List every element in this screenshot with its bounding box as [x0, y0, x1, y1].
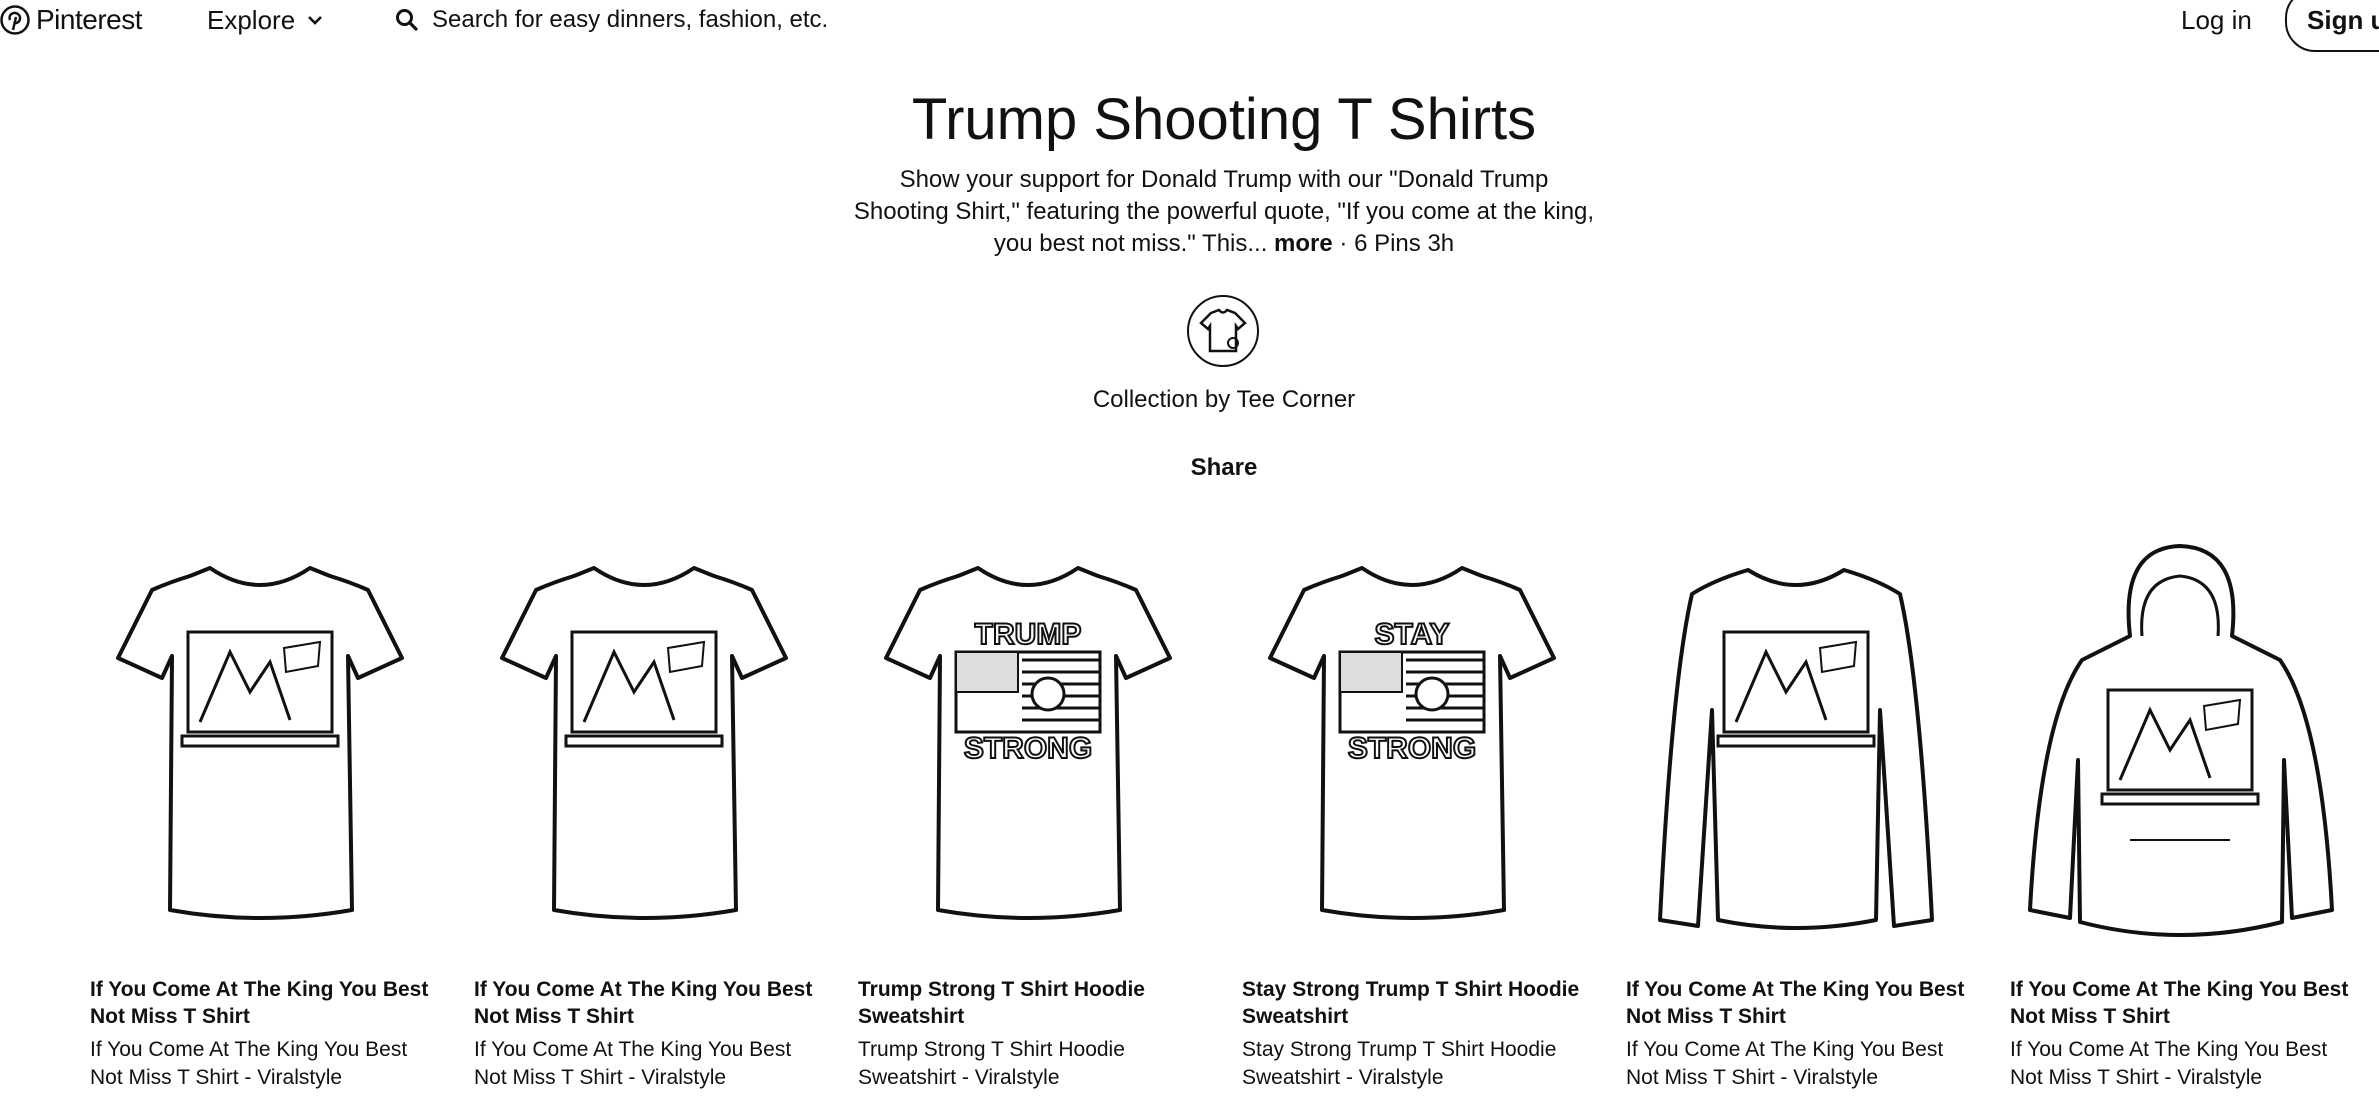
pin-card[interactable]: If You Come At The King You Best Not Mis… [2010, 540, 2350, 1100]
collection-byline[interactable]: Collection by Tee Corner [0, 386, 2379, 414]
top-nav: Pinterest Explore Log in Sign up [0, 0, 2379, 52]
pin-title[interactable]: Trump Strong T Shirt Hoodie Sweatshirt [858, 976, 1198, 1030]
tshirt-avatar-icon [1199, 308, 1247, 353]
shirt-print-photo [1716, 630, 1876, 748]
longsleeve-outline [1658, 568, 1934, 930]
shirt-print-photo [180, 630, 340, 748]
print-portrait [1414, 676, 1450, 712]
pin-image: TRUMP STRONG [884, 566, 1172, 920]
pin-subtitle: If You Come At The King You Best Not Mis… [2010, 1038, 2328, 1089]
brand-name: Pinterest [36, 4, 143, 35]
more-link[interactable]: more [1274, 230, 1333, 257]
pin-title[interactable]: If You Come At The King You Best Not Mis… [474, 976, 814, 1030]
pin-title[interactable]: Stay Strong Trump T Shirt Hoodie Sweatsh… [1242, 976, 1582, 1030]
pin-subtitle: Stay Strong Trump T Shirt Hoodie Sweatsh… [1242, 1038, 1557, 1089]
pinterest-logo[interactable]: Pinterest [0, 0, 143, 40]
print-frame [2106, 688, 2254, 792]
pin-card[interactable]: STAY STRONG Stay Strong Trump T Shirt Hoo… [1242, 540, 1582, 1100]
print-flag-canton [955, 651, 1019, 693]
print-bottom-text: STRONG [964, 732, 1092, 765]
print-portrait [1030, 676, 1066, 712]
tshirt-outline [500, 566, 788, 920]
pin-card[interactable]: If You Come At The King You Best Not Mis… [474, 540, 814, 1100]
pinterest-logo-icon [0, 5, 30, 35]
print-flag-canton [1339, 651, 1403, 693]
explore-label: Explore [207, 4, 296, 35]
shirt-print-flag: TRUMP STRONG [954, 617, 1102, 766]
pin-card[interactable]: TRUMP STRONG Trump Strong T Shirt Hoodie … [858, 540, 1198, 1100]
description-text: Show your support for Donald Trump with … [853, 166, 1595, 257]
print-frame [1722, 630, 1870, 734]
print-frame [570, 630, 718, 734]
pin-card[interactable]: If You Come At The King You Best Not Mis… [1626, 540, 1966, 1100]
sign-up-button[interactable]: Sign up [2285, 0, 2379, 52]
pin-subtitle: If You Come At The King You Best Not Mis… [474, 1038, 792, 1089]
search-bar[interactable] [394, 0, 1294, 40]
print-top-text: STAY [1374, 618, 1449, 651]
chevron-down-icon [308, 16, 323, 25]
pin-subtitle: If You Come At The King You Best Not Mis… [1626, 1038, 1944, 1089]
print-top-text: TRUMP [975, 618, 1082, 651]
pin-image [116, 566, 404, 920]
shirt-print-photo [564, 630, 724, 748]
avatar[interactable] [1187, 295, 1259, 367]
collection-title: Trump Shooting T Shirts [911, 87, 1537, 152]
log-in-button[interactable]: Log in [2181, 0, 2252, 40]
shirt-print-photo [2100, 688, 2260, 806]
search-input[interactable] [432, 6, 1252, 34]
explore-menu-button[interactable]: Explore [207, 0, 325, 40]
share-button[interactable]: Share [0, 454, 2379, 482]
tshirt-outline [116, 566, 404, 920]
pin-image [500, 566, 788, 920]
print-bottom-text: STRONG [1348, 732, 1476, 765]
pin-image: STAY STRONG [1268, 566, 1556, 920]
pin-title[interactable]: If You Come At The King You Best Not Mis… [1626, 976, 1966, 1030]
search-icon [396, 9, 418, 31]
pin-card[interactable]: If You Come At The King You Best Not Mis… [90, 540, 430, 1100]
print-frame [186, 630, 334, 734]
pin-subtitle: If You Come At The King You Best Not Mis… [90, 1038, 408, 1089]
pin-count-meta: · 6 Pins 3h [1339, 230, 1455, 257]
pin-image [2028, 544, 2334, 937]
pin-title[interactable]: If You Come At The King You Best Not Mis… [2010, 976, 2350, 1030]
pin-subtitle: Trump Strong T Shirt Hoodie Sweatshirt -… [858, 1038, 1125, 1089]
pin-title[interactable]: If You Come At The King You Best Not Mis… [90, 976, 430, 1030]
collection-description: Show your support for Donald Trump with … [850, 164, 1598, 260]
pin-image [1658, 568, 1934, 930]
